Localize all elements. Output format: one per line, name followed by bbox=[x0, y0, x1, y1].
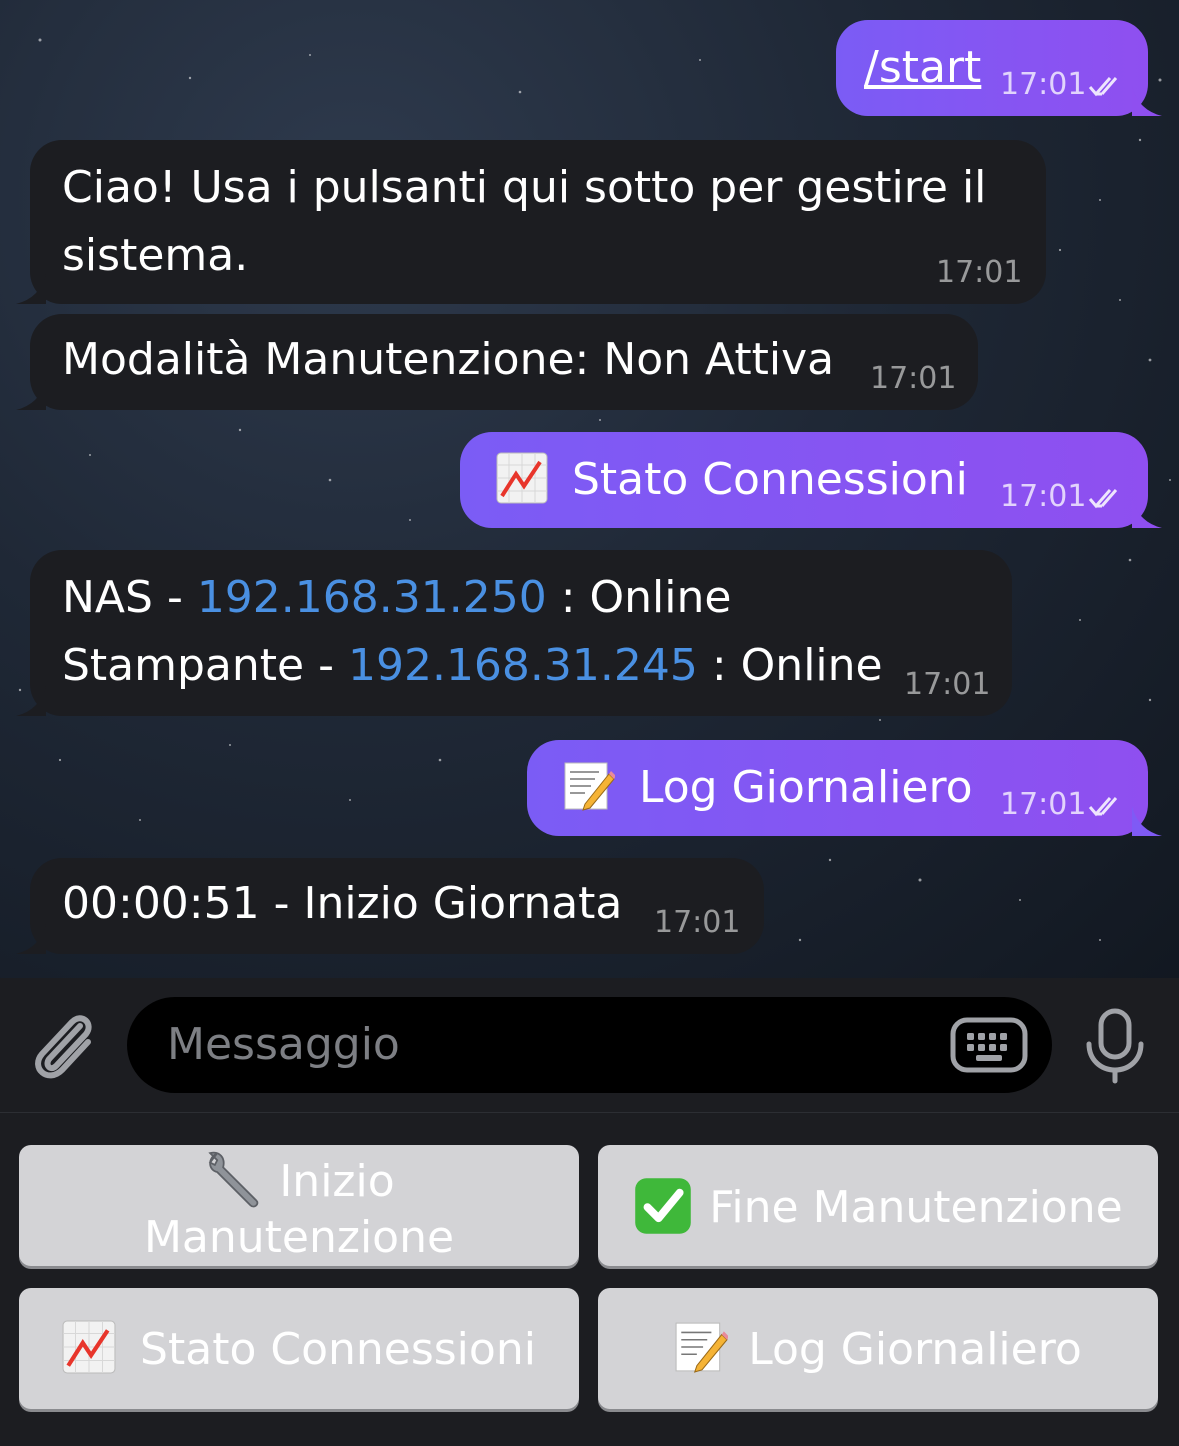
message-input[interactable]: Messaggio bbox=[127, 997, 1052, 1093]
bubble-tail bbox=[16, 274, 46, 304]
message-outgoing[interactable]: Log Giornaliero 17:01 bbox=[527, 740, 1162, 836]
inizio-manutenzione-button[interactable]: Inizio Manutenzione bbox=[19, 1145, 579, 1266]
message-text: 00:00:51 - Inizio Giornata bbox=[62, 878, 623, 929]
command-link[interactable]: /start bbox=[864, 34, 981, 102]
message-composer: Messaggio bbox=[0, 978, 1179, 1113]
bubble-tail bbox=[1132, 806, 1162, 836]
check-mark-button-icon bbox=[635, 1177, 692, 1234]
message-time: 17:01 bbox=[654, 905, 741, 940]
message-text: Stato Connessioni bbox=[572, 454, 968, 505]
ip-link[interactable]: 192.168.31.250 bbox=[197, 572, 547, 623]
bot-reply-keyboard: Inizio Manutenzione Fine Manutenzione St… bbox=[0, 1113, 1179, 1446]
message-time: 17:01 bbox=[1000, 479, 1087, 514]
ip-link[interactable]: 192.168.31.245 bbox=[348, 640, 698, 691]
device-status-list: NAS - 192.168.31.250 : Online Stampante … bbox=[62, 564, 883, 700]
keyboard-icon[interactable] bbox=[950, 1017, 1028, 1073]
message-incoming[interactable]: NAS - 192.168.31.250 : Online Stampante … bbox=[16, 550, 1012, 716]
message-incoming[interactable]: 00:00:51 - Inizio Giornata 17:01 bbox=[16, 858, 764, 954]
bubble-tail bbox=[16, 380, 46, 410]
device-row: Stampante - 192.168.31.245 : Online bbox=[62, 640, 883, 691]
fine-manutenzione-button[interactable]: Fine Manutenzione bbox=[598, 1145, 1158, 1266]
message-incoming[interactable]: Ciao! Usa i pulsanti qui sotto per gesti… bbox=[16, 140, 1046, 304]
message-incoming[interactable]: Modalità Manutenzione: Non Attiva 17:01 bbox=[16, 314, 978, 410]
double-check-icon bbox=[1088, 489, 1118, 509]
bubble-tail bbox=[1132, 86, 1162, 116]
message-input-placeholder: Messaggio bbox=[167, 1019, 400, 1070]
message-outgoing[interactable]: /start 17:01 bbox=[836, 20, 1162, 116]
memo-icon bbox=[564, 762, 615, 811]
bubble-tail bbox=[16, 924, 46, 954]
double-check-icon bbox=[1088, 77, 1118, 97]
message-time: 17:01 bbox=[904, 667, 991, 702]
stato-connessioni-button[interactable]: Stato Connessioni bbox=[19, 1288, 579, 1409]
message-text: Modalità Manutenzione: Non Attiva bbox=[62, 334, 835, 385]
chat-area[interactable]: /start 17:01 Ciao! Usa i pulsanti qui so… bbox=[0, 0, 1179, 978]
wrench-icon bbox=[208, 1151, 259, 1207]
bubble-tail bbox=[1132, 498, 1162, 528]
double-check-icon bbox=[1088, 797, 1118, 817]
message-time: 17:01 bbox=[1000, 67, 1087, 102]
message-time: 17:01 bbox=[1000, 787, 1087, 822]
device-row: NAS - 192.168.31.250 : Online bbox=[62, 572, 732, 623]
attach-icon[interactable] bbox=[28, 1008, 100, 1084]
chart-increasing-icon bbox=[62, 1320, 116, 1373]
memo-icon bbox=[675, 1322, 729, 1373]
message-text: Ciao! Usa i pulsanti qui sotto per gesti… bbox=[62, 162, 987, 281]
message-time: 17:01 bbox=[870, 361, 957, 396]
message-outgoing[interactable]: Stato Connessioni 17:01 bbox=[460, 432, 1162, 528]
message-text: Log Giornaliero bbox=[639, 762, 973, 813]
message-time: 17:01 bbox=[936, 255, 1023, 290]
microphone-icon[interactable] bbox=[1084, 1008, 1146, 1084]
log-giornaliero-button[interactable]: Log Giornaliero bbox=[598, 1288, 1158, 1409]
bubble-tail bbox=[16, 686, 46, 716]
chart-increasing-icon bbox=[496, 452, 548, 504]
